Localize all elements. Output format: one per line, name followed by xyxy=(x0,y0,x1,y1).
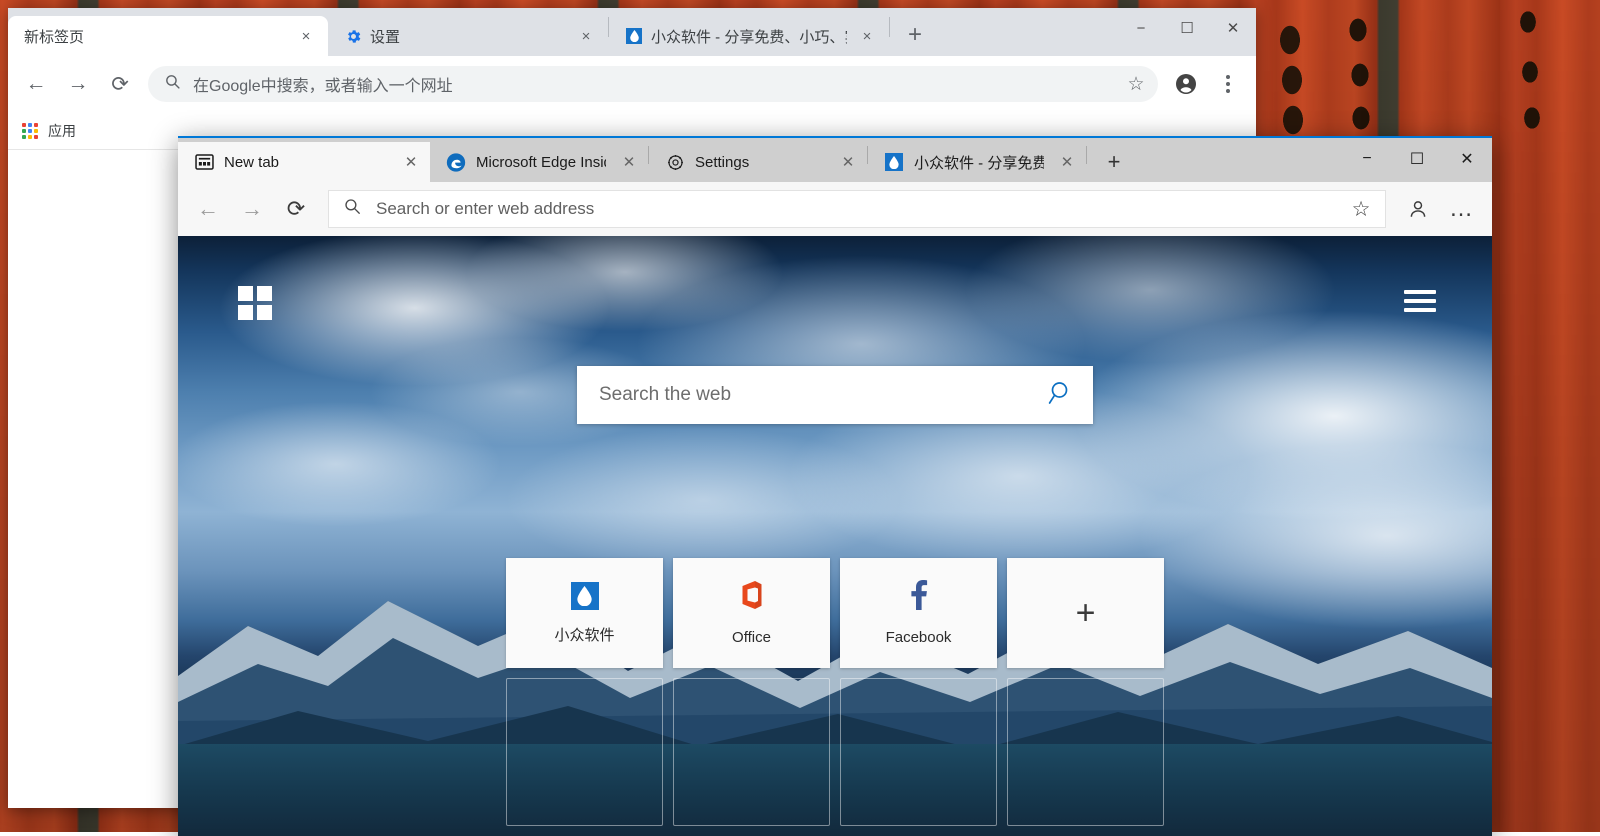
newtab-page-icon xyxy=(194,152,214,172)
search-icon xyxy=(164,73,181,95)
placeholder-tile[interactable] xyxy=(673,678,830,826)
back-icon[interactable]: ← xyxy=(188,189,228,229)
placeholder-tile[interactable] xyxy=(506,678,663,826)
reload-icon[interactable]: ⟳ xyxy=(100,64,140,104)
apps-grid-icon xyxy=(22,123,38,139)
edge-new-tab-button[interactable]: + xyxy=(1097,145,1131,179)
facebook-f-icon xyxy=(909,580,929,615)
chrome-tab-close-icon[interactable]: × xyxy=(294,24,318,48)
chrome-tab-close-icon[interactable]: × xyxy=(855,24,879,48)
edge-minimize-button[interactable]: − xyxy=(1342,138,1392,180)
tile-facebook[interactable]: Facebook xyxy=(840,558,997,668)
hamburger-menu-icon[interactable] xyxy=(1404,290,1436,312)
droplet-icon xyxy=(884,152,904,172)
web-search-placeholder: Search the web xyxy=(599,384,1047,406)
chrome-minimize-button[interactable]: − xyxy=(1118,8,1164,48)
tile-label: Office xyxy=(732,629,771,646)
edge-address-placeholder: Search or enter web address xyxy=(376,199,1329,219)
bookmark-item-apps[interactable]: 应用 xyxy=(48,121,76,141)
edge-tab-label: 小众软件 - 分享免费、小 xyxy=(914,152,1044,173)
chrome-tab-new-tab[interactable]: 新标签页 × xyxy=(8,16,328,56)
windows-logo-icon[interactable] xyxy=(238,286,272,320)
edge-tab-edge-insider[interactable]: Microsoft Edge Insider ✕ xyxy=(430,142,648,182)
edge-browser-window: New tab ✕ Microsoft Edge Insider ✕ Setti… xyxy=(178,136,1492,836)
forward-icon[interactable]: → xyxy=(232,189,272,229)
chrome-omnibox-placeholder: 在Google中搜索，或者输入一个网址 xyxy=(193,72,1108,96)
chrome-omnibox[interactable]: 在Google中搜索，或者输入一个网址 ☆ xyxy=(148,66,1158,102)
edge-tab-settings[interactable]: Settings ✕ xyxy=(649,142,867,182)
tab-divider xyxy=(1086,146,1087,164)
edge-tab-label: Settings xyxy=(695,154,825,171)
person-icon[interactable] xyxy=(1398,189,1438,229)
chrome-tab-close-icon[interactable]: × xyxy=(574,24,598,48)
edge-tab-close-icon[interactable]: ✕ xyxy=(398,149,424,175)
chrome-maximize-button[interactable]: ☐ xyxy=(1164,8,1210,48)
tab-divider xyxy=(889,17,890,37)
top-sites-tile-grid: 小众软件 Office Facebook xyxy=(506,558,1164,668)
tile-office[interactable]: Office xyxy=(673,558,830,668)
edge-e-icon xyxy=(446,152,466,172)
chrome-new-tab-button[interactable]: + xyxy=(898,18,932,52)
three-dot-menu-icon[interactable] xyxy=(1208,64,1248,104)
magnifier-icon[interactable] xyxy=(1047,379,1075,412)
edge-tab-strip: New tab ✕ Microsoft Edge Insider ✕ Setti… xyxy=(178,138,1492,182)
droplet-icon xyxy=(571,582,599,610)
tile-label: 小众软件 xyxy=(554,624,614,645)
office-icon xyxy=(739,580,765,615)
edge-close-button[interactable]: ✕ xyxy=(1442,138,1492,180)
edge-tab-label: Microsoft Edge Insider xyxy=(476,154,606,171)
search-icon xyxy=(343,197,362,221)
placeholder-tile[interactable] xyxy=(840,678,997,826)
favorite-star-icon[interactable]: ☆ xyxy=(1343,191,1379,227)
edge-window-controls: − ☐ ✕ xyxy=(1342,138,1492,180)
profile-avatar-icon[interactable] xyxy=(1166,64,1206,104)
edge-tab-close-icon[interactable]: ✕ xyxy=(835,149,861,175)
chrome-tab-label: 设置 xyxy=(370,26,566,47)
tile-add-site[interactable]: + xyxy=(1007,558,1164,668)
chrome-close-button[interactable]: ✕ xyxy=(1210,8,1256,48)
tile-appinn[interactable]: 小众软件 xyxy=(506,558,663,668)
edge-tab-label: New tab xyxy=(224,154,388,171)
chrome-tab-label: 新标签页 xyxy=(24,26,286,47)
web-search-box[interactable]: Search the web xyxy=(577,366,1093,424)
bookmark-star-icon[interactable]: ☆ xyxy=(1120,68,1152,100)
back-icon[interactable]: ← xyxy=(16,64,56,104)
gear-icon xyxy=(344,27,362,45)
refresh-icon[interactable]: ⟳ xyxy=(276,189,316,229)
placeholder-tile-grid xyxy=(506,678,1164,826)
edge-tab-new-tab[interactable]: New tab ✕ xyxy=(178,142,430,182)
edge-new-tab-page: Search the web 小众软件 xyxy=(178,236,1492,836)
edge-tab-appinn[interactable]: 小众软件 - 分享免费、小 ✕ xyxy=(868,142,1086,182)
forward-icon[interactable]: → xyxy=(58,64,98,104)
chrome-tab-settings[interactable]: 设置 × xyxy=(328,16,608,56)
chrome-tab-appinn[interactable]: 小众软件 - 分享免费、小巧、实 × xyxy=(609,16,889,56)
chrome-tab-strip: 新标签页 × 设置 × 小众软件 - 分享免费、小巧、实 × + − ☐ xyxy=(8,8,1256,56)
chrome-toolbar: ← → ⟳ 在Google中搜索，或者输入一个网址 ☆ xyxy=(8,56,1256,112)
edge-address-bar[interactable]: Search or enter web address ☆ xyxy=(328,190,1386,228)
placeholder-tile[interactable] xyxy=(1007,678,1164,826)
gear-icon xyxy=(665,152,685,172)
edge-tab-close-icon[interactable]: ✕ xyxy=(1054,149,1080,175)
edge-tab-close-icon[interactable]: ✕ xyxy=(616,149,642,175)
edge-maximize-button[interactable]: ☐ xyxy=(1392,138,1442,180)
droplet-icon xyxy=(625,27,643,45)
edge-toolbar: ← → ⟳ Search or enter web address ☆ … xyxy=(178,182,1492,236)
plus-icon: + xyxy=(1076,596,1096,630)
tile-label: Facebook xyxy=(886,629,952,646)
more-menu-icon[interactable]: … xyxy=(1442,189,1482,229)
chrome-window-controls: − ☐ ✕ xyxy=(1118,8,1256,48)
chrome-tab-label: 小众软件 - 分享免费、小巧、实 xyxy=(651,26,847,47)
